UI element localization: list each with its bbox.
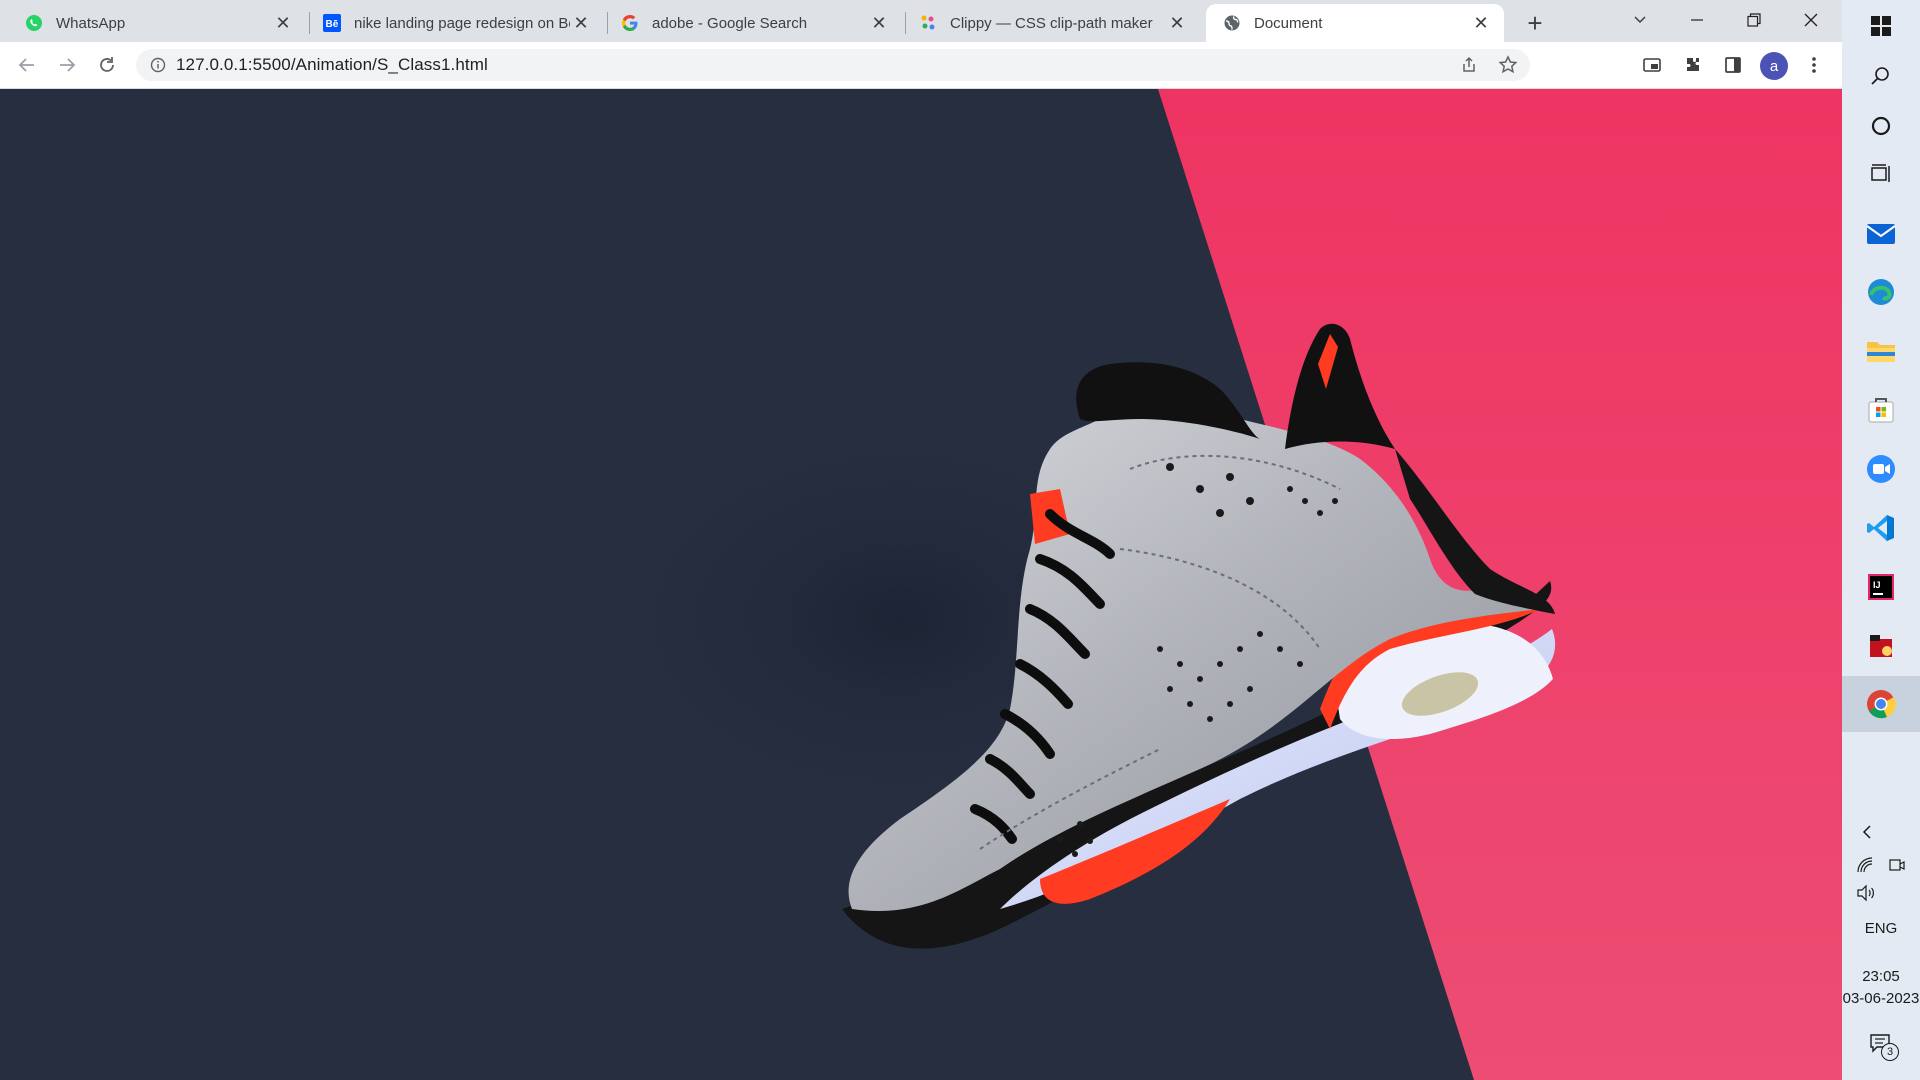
close-window-button[interactable] (1788, 4, 1834, 36)
notification-count-badge: 3 (1881, 1043, 1899, 1061)
tab-behance[interactable]: Bē nike landing page redesign on Be ✕ (306, 4, 604, 42)
store-icon[interactable] (1842, 384, 1920, 436)
restore-button[interactable] (1731, 4, 1777, 36)
app-icon[interactable] (1842, 620, 1920, 672)
tab-whatsapp[interactable]: WhatsApp ✕ (8, 4, 306, 42)
clock-time[interactable]: 23:05 (1842, 968, 1920, 985)
clock-date[interactable]: 03-06-2023 (1842, 990, 1920, 1007)
tab-search-icon[interactable] (1617, 4, 1663, 36)
svg-text:IJ: IJ (1873, 580, 1881, 590)
mail-icon[interactable] (1842, 207, 1920, 259)
page-viewport (0, 89, 1842, 1080)
tab-google-search[interactable]: adobe - Google Search ✕ (604, 4, 902, 42)
hero-canvas (570, 89, 1842, 1080)
whatsapp-icon (24, 13, 44, 33)
google-icon (620, 13, 640, 33)
close-icon[interactable]: ✕ (1166, 12, 1188, 34)
chrome-icon[interactable] (1842, 676, 1920, 732)
site-info-icon[interactable] (140, 57, 176, 73)
windows-start-icon[interactable] (1842, 0, 1920, 52)
reload-button[interactable] (91, 49, 123, 81)
notification-center-icon[interactable]: 3 (1869, 1033, 1899, 1061)
windows-taskbar: IJ ENG 23:05 03-06-2023 3 (1842, 0, 1920, 1080)
tab-title: Clippy — CSS clip-path maker (950, 14, 1153, 32)
cortana-icon[interactable] (1842, 100, 1920, 152)
tab-title: adobe - Google Search (652, 14, 808, 32)
show-hidden-icons-chevron-icon[interactable] (1842, 808, 1920, 856)
tab-document[interactable]: Document ✕ (1206, 4, 1504, 42)
browser-toolbar: 127.0.0.1:5500/Animation/S_Class1.html a (0, 42, 1842, 89)
tab-title: nike landing page redesign on Be (354, 14, 570, 32)
menu-kebab-icon[interactable] (1798, 49, 1830, 81)
edge-icon[interactable] (1842, 266, 1920, 318)
side-panel-icon[interactable] (1717, 49, 1749, 81)
close-icon[interactable]: ✕ (272, 12, 294, 34)
tab-clippy[interactable]: Clippy — CSS clip-path maker ✕ (902, 4, 1200, 42)
extensions-icon[interactable] (1677, 49, 1709, 81)
meet-now-icon[interactable] (1888, 856, 1906, 879)
behance-icon: Bē (322, 13, 342, 33)
tab-title: WhatsApp (56, 14, 126, 32)
bookmark-star-icon[interactable] (1498, 55, 1518, 80)
media-picture-in-picture-icon[interactable] (1636, 49, 1668, 81)
clippy-icon (918, 13, 938, 33)
zoom-icon[interactable] (1842, 443, 1920, 495)
task-view-icon[interactable] (1842, 148, 1920, 200)
globe-icon (1222, 13, 1242, 33)
close-icon[interactable]: ✕ (570, 12, 592, 34)
network-icon[interactable] (1856, 856, 1874, 879)
back-button[interactable] (11, 49, 43, 81)
close-icon[interactable]: ✕ (868, 12, 890, 34)
address-bar[interactable]: 127.0.0.1:5500/Animation/S_Class1.html (136, 49, 1530, 81)
search-icon[interactable] (1842, 50, 1920, 102)
minimize-button[interactable] (1674, 4, 1720, 36)
share-icon[interactable] (1460, 56, 1478, 79)
new-tab-button[interactable]: + (1518, 6, 1552, 40)
close-icon[interactable]: ✕ (1470, 12, 1492, 34)
browser-window: WhatsApp ✕ Bē nike landing page redesign… (0, 0, 1842, 1080)
url-text: 127.0.0.1:5500/Animation/S_Class1.html (176, 55, 488, 74)
svg-text:Bē: Bē (326, 19, 339, 30)
file-explorer-icon[interactable] (1842, 325, 1920, 377)
tab-strip: WhatsApp ✕ Bē nike landing page redesign… (0, 0, 1842, 42)
volume-icon[interactable] (1856, 884, 1876, 907)
language-indicator[interactable]: ENG (1842, 920, 1920, 937)
intellij-icon[interactable]: IJ (1842, 561, 1920, 613)
vscode-icon[interactable] (1842, 502, 1920, 554)
tab-title: Document (1254, 14, 1323, 32)
profile-avatar[interactable]: a (1760, 52, 1788, 80)
forward-button[interactable] (51, 49, 83, 81)
